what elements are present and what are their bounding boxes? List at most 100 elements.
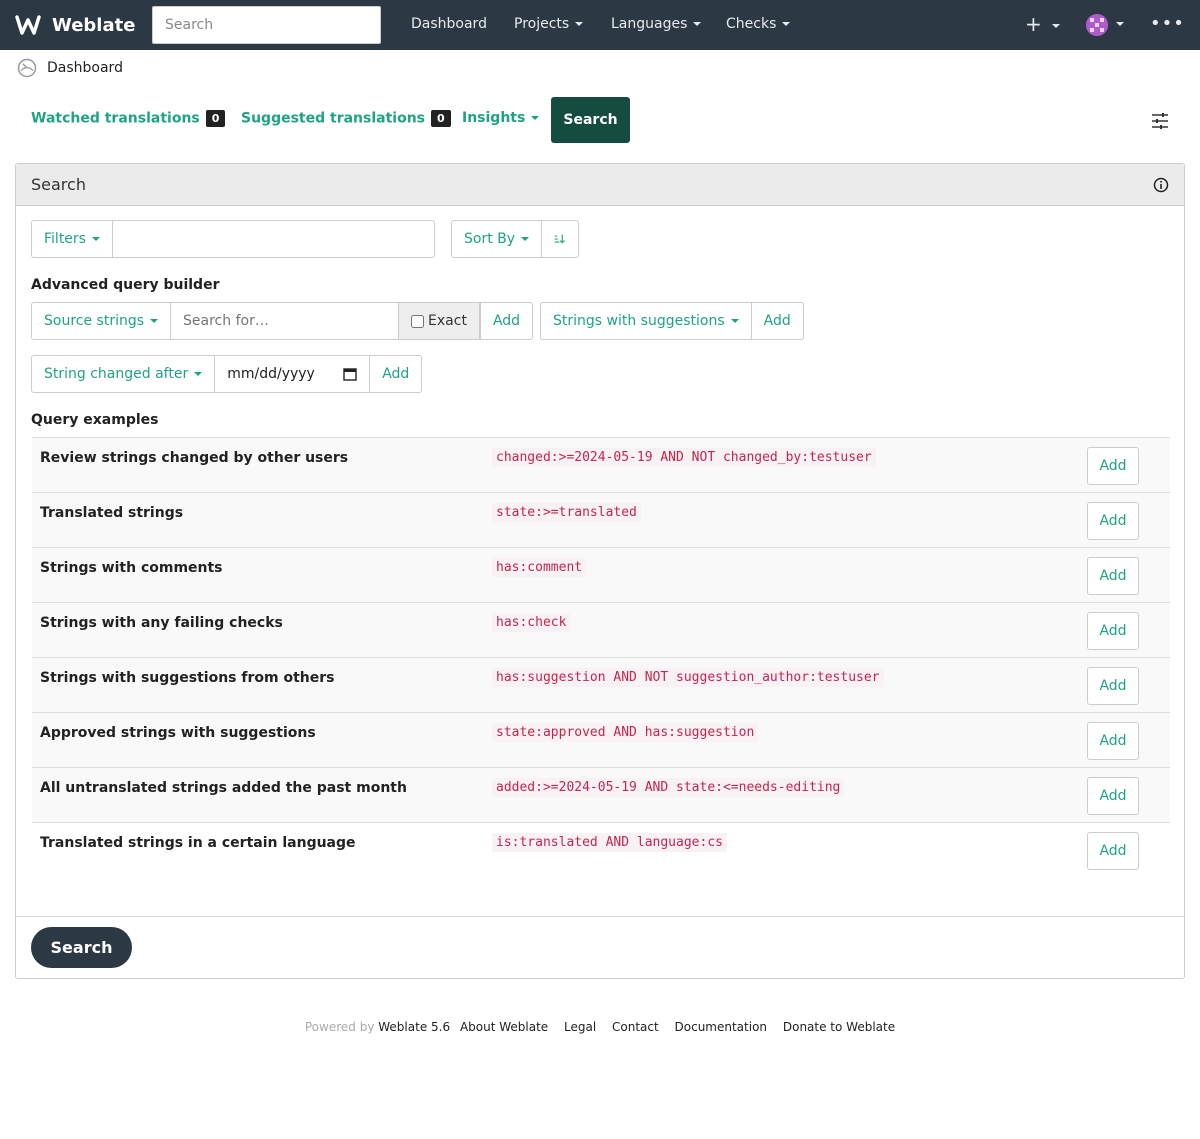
documentation-link[interactable]: Documentation (675, 1020, 768, 1034)
example-query: has:check (492, 613, 571, 632)
caret-down-icon (194, 372, 203, 376)
table-row: Strings with any failing checks has:chec… (32, 603, 1170, 658)
about-weblate-link[interactable]: About Weblate (460, 1020, 548, 1034)
sliders-icon[interactable] (1150, 111, 1170, 131)
tab-suggested-translations[interactable]: Suggested translations 0 (241, 110, 451, 127)
sort-group: Sort By (451, 220, 580, 258)
panel-title: Search (31, 175, 86, 194)
example-label: Strings with suggestions from others (40, 670, 335, 686)
add-label: Add (1099, 843, 1127, 859)
nav-projects-dropdown[interactable]: Projects (514, 16, 584, 32)
example-query: state:approved AND has:suggestion (492, 723, 759, 742)
query-examples-heading: Query examples (31, 412, 159, 428)
source-strings-dropdown[interactable]: Source strings (31, 302, 172, 340)
info-icon[interactable] (1153, 177, 1169, 193)
weblate-logo-icon (15, 15, 41, 35)
panel-heading: Search (16, 164, 1184, 206)
nav-search-input[interactable] (152, 6, 381, 44)
table-row: Approved strings with suggestions state:… (32, 713, 1170, 768)
table-row: Strings with comments has:comment Add (32, 548, 1170, 603)
add-example-button[interactable]: Add (1087, 557, 1139, 595)
date-input[interactable]: mm/dd/yyyy (214, 355, 371, 393)
sort-by-dropdown[interactable]: Sort By (451, 220, 543, 258)
breadcrumb-dashboard[interactable]: Dashboard (47, 60, 123, 76)
caret-down-icon[interactable] (1116, 22, 1124, 26)
tab-insights-label: Insights (462, 110, 526, 126)
sort-direction-button[interactable] (541, 220, 580, 258)
sort-ascending-icon (554, 234, 565, 244)
count-badge: 0 (431, 110, 451, 127)
filters-group: Filters (31, 220, 435, 258)
table-row: Strings with suggestions from others has… (32, 658, 1170, 713)
page-footer: Powered by Weblate 5.6 About Weblate Leg… (0, 1020, 1200, 1034)
add-example-button[interactable]: Add (1087, 832, 1139, 870)
filters-label: Filters (44, 231, 86, 247)
exact-checkbox[interactable] (411, 314, 425, 328)
nav-dashboard-label: Dashboard (411, 16, 487, 32)
tab-watched-translations[interactable]: Watched translations 0 (31, 110, 226, 127)
calendar-icon[interactable] (343, 367, 357, 381)
exact-checkbox-label[interactable]: Exact (398, 302, 480, 340)
add-source-query-button[interactable]: Add (479, 302, 534, 340)
suggestions-group: Strings with suggestions Add (540, 302, 804, 340)
nav-checks-dropdown[interactable]: Checks (726, 16, 791, 32)
search-submit-button[interactable]: Search (31, 927, 132, 968)
tab-search[interactable]: Search (551, 97, 630, 143)
caret-down-icon (693, 22, 702, 26)
user-avatar[interactable] (1086, 14, 1108, 36)
tab-insights[interactable]: Insights (462, 110, 540, 126)
add-example-button[interactable]: Add (1087, 447, 1139, 485)
query-textarea[interactable] (111, 220, 435, 258)
caret-down-icon (521, 237, 530, 241)
example-label: Strings with comments (40, 560, 223, 576)
search-for-input[interactable] (170, 302, 400, 340)
caret-down-icon (150, 319, 159, 323)
nav-projects-label: Projects (514, 16, 570, 32)
table-row: Translated strings state:>=translated Ad… (32, 493, 1170, 548)
example-label: Translated strings in a certain language (40, 835, 356, 851)
changed-after-group: String changed after mm/dd/yyyy Add (31, 355, 423, 393)
nav-languages-label: Languages (611, 16, 688, 32)
query-examples-table: Review strings changed by other users ch… (32, 437, 1170, 878)
add-example-button[interactable]: Add (1087, 667, 1139, 705)
add-label: Add (1099, 513, 1127, 529)
sort-by-label: Sort By (464, 231, 516, 247)
example-query: state:>=translated (492, 503, 641, 522)
brand[interactable]: Weblate (15, 14, 135, 36)
add-menu-button[interactable]: + (1025, 13, 1060, 35)
brand-name: Weblate (52, 14, 136, 36)
add-date-query-button[interactable]: Add (369, 355, 423, 393)
search-submit-label: Search (50, 938, 113, 957)
tab-watched-label: Watched translations (31, 110, 200, 127)
add-label: Add (1099, 788, 1127, 804)
add-label: Add (1099, 623, 1127, 639)
example-query: has:comment (492, 558, 587, 577)
add-label: Add (1099, 733, 1127, 749)
changed-after-dropdown[interactable]: String changed after (31, 355, 216, 393)
changed-after-label: String changed after (44, 366, 189, 382)
add-suggestions-query-button[interactable]: Add (750, 302, 804, 340)
contact-link[interactable]: Contact (612, 1020, 659, 1034)
tab-search-label: Search (563, 112, 618, 128)
example-label: Strings with any failing checks (40, 615, 283, 631)
add-example-button[interactable]: Add (1087, 722, 1139, 760)
nav-dashboard-link[interactable]: Dashboard (411, 16, 487, 32)
add-example-button[interactable]: Add (1087, 502, 1139, 540)
donate-link[interactable]: Donate to Weblate (783, 1020, 895, 1034)
add-example-button[interactable]: Add (1087, 777, 1139, 815)
weblate-version-link[interactable]: Weblate 5.6 (378, 1020, 450, 1034)
suggestions-dropdown[interactable]: Strings with suggestions (540, 302, 752, 340)
add-label: Add (382, 366, 410, 382)
more-menu-button[interactable]: ••• (1150, 13, 1185, 34)
table-row: Review strings changed by other users ch… (32, 438, 1170, 493)
nav-languages-dropdown[interactable]: Languages (611, 16, 702, 32)
filters-dropdown[interactable]: Filters (31, 220, 113, 258)
caret-down-icon (1051, 23, 1060, 28)
add-example-button[interactable]: Add (1087, 612, 1139, 650)
dashboard-gauge-icon (17, 58, 37, 78)
caret-down-icon (531, 116, 540, 120)
powered-by-text: Powered by (304, 1020, 375, 1034)
caret-down-icon (575, 22, 584, 26)
legal-link[interactable]: Legal (564, 1020, 596, 1034)
example-query: has:suggestion AND NOT suggestion_author… (492, 668, 884, 687)
